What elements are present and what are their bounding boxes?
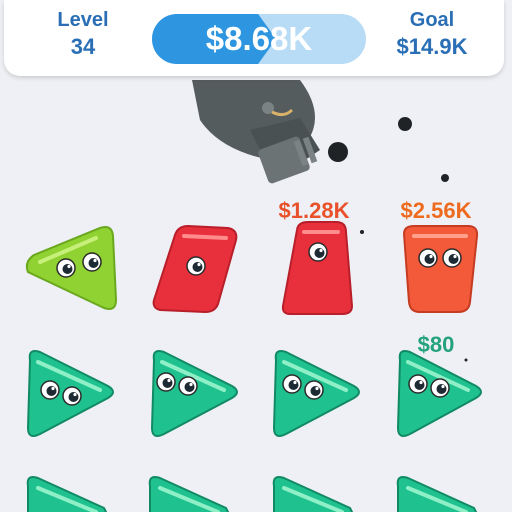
teal-triangle-blob[interactable] — [396, 476, 480, 512]
game-board: $1.28K $2.56K $80 — [0, 0, 512, 512]
teal-triangle-blob[interactable] — [150, 350, 238, 437]
level-value: 34 — [70, 34, 96, 59]
level-label: Level — [57, 9, 109, 31]
price-tag-red-piece: $1.28K — [278, 198, 350, 223]
teal-triangle-blob[interactable] — [26, 350, 114, 437]
goal-value: $14.9K — [396, 34, 468, 59]
cannonball-icon — [328, 142, 348, 162]
price-tag-green-piece: $80 — [417, 332, 455, 357]
teal-triangle-blob[interactable] — [272, 476, 356, 512]
top-hud: Level 34 $8.68K Goal $14.9K — [4, 0, 504, 76]
cannon-icon — [192, 80, 320, 184]
goal-display: Goal $14.9K — [380, 8, 484, 62]
level-display: Level 34 — [48, 8, 118, 62]
price-tag-orange-piece: $2.56K — [400, 198, 472, 223]
debris-icon — [360, 230, 364, 234]
debris-icon — [464, 358, 468, 362]
red-parallelogram-blob[interactable] — [152, 224, 238, 314]
current-money: $8.68K — [205, 20, 313, 57]
orange-trapezoid-blob[interactable] — [402, 225, 479, 313]
money-progress-bar: $8.68K — [152, 14, 366, 64]
goal-label: Goal — [409, 9, 455, 31]
teal-triangle-blob[interactable] — [272, 350, 360, 437]
cannonball-icon — [398, 117, 412, 131]
lime-triangle-blob[interactable] — [25, 226, 118, 310]
cannonball-icon — [441, 174, 449, 182]
game-scene — [25, 80, 482, 512]
teal-triangle-blob[interactable] — [148, 476, 232, 512]
red-trapezoid-blob[interactable] — [281, 221, 354, 315]
teal-triangle-blob[interactable] — [396, 350, 482, 437]
teal-triangle-blob[interactable] — [26, 476, 110, 512]
